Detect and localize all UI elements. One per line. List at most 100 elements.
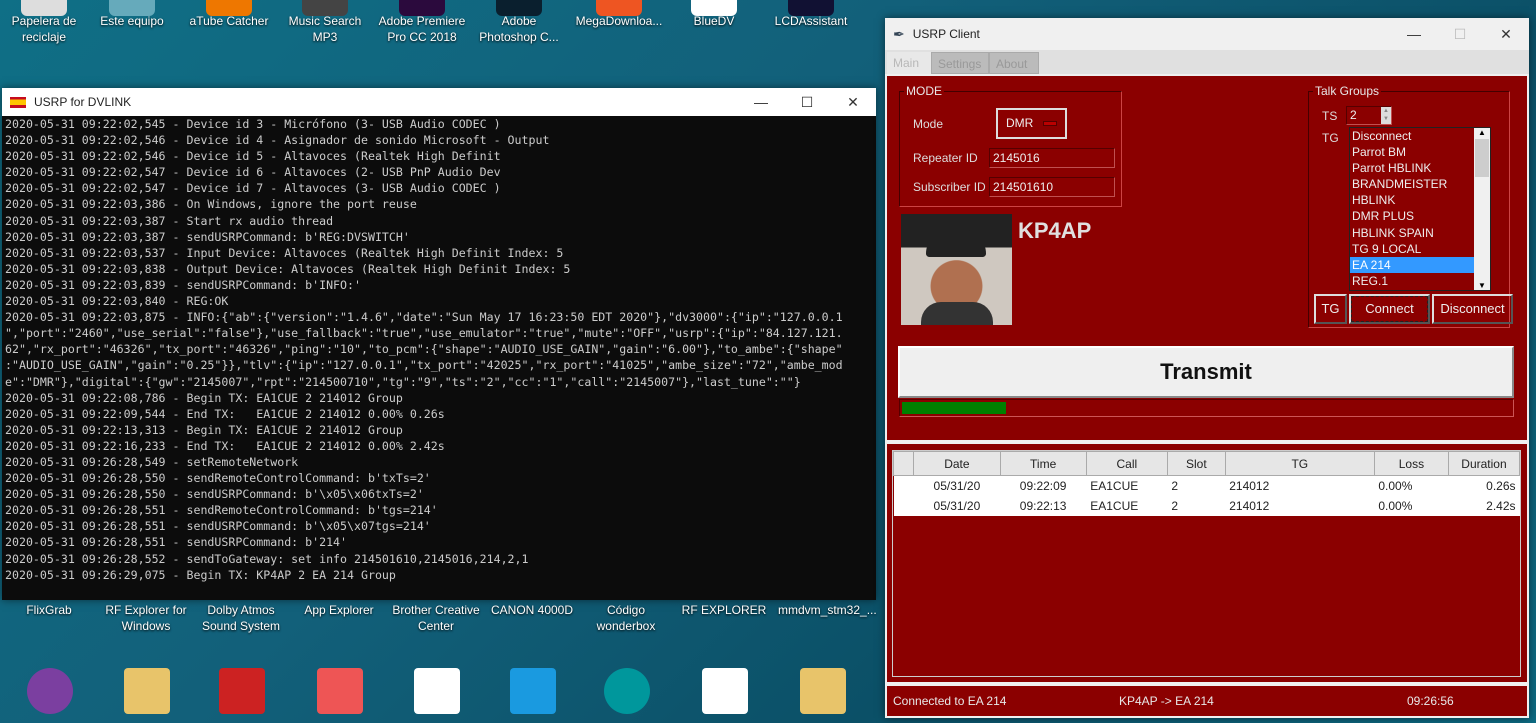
desktop-app-icon[interactable] [800,668,846,714]
tg-list-item[interactable]: DMR PLUS [1350,208,1490,224]
table-cell: 0.00% [1374,475,1449,496]
spin-arrows-icon: ▲ ▼ [1381,107,1391,124]
column-header[interactable] [892,451,915,476]
console-line: 2020-05-31 09:22:03,838 - Output Device:… [5,261,571,276]
disconnect-button[interactable]: Disconnect [1432,294,1513,324]
desktop-icon-label[interactable]: mmdvm_stm32_... [778,602,877,618]
desktop-app-icon[interactable] [219,668,265,714]
column-header[interactable]: Slot [1166,451,1226,476]
subscriber-id-label: Subscriber ID [913,180,986,194]
column-header[interactable]: Duration [1447,451,1521,476]
console-line: 2020-05-31 09:26:28,552 - sendToGateway:… [5,551,529,566]
desktop-icon-label[interactable]: Adobe Photoshop C... [475,13,563,45]
desktop-icon-label[interactable]: MegaDownloa... [575,13,663,29]
tg-list-item[interactable]: Parrot HBLINK [1350,160,1490,176]
column-header[interactable]: Loss [1373,451,1449,476]
desktop-icon-label[interactable]: Papelera de reciclaje [0,13,88,45]
desktop-icon-label[interactable]: CANON 4000D [488,602,576,618]
console-line: 2020-05-31 09:22:02,546 - Device id 4 - … [5,133,550,148]
table-row[interactable]: 05/31/20 09:22:13 EA1CUE 2 214012 0.00% 2.42s [893,495,1520,516]
desktop-app-icon[interactable] [124,668,170,714]
ts-spinbox[interactable]: 2 ▲ ▼ [1346,106,1392,125]
console-line: 2020-05-31 09:26:28,550 - sendUSRPComman… [5,487,424,502]
tab-about[interactable]: About [989,52,1039,74]
spain-flag-icon [10,96,26,108]
tg-list-item[interactable]: EA 214 [1350,256,1490,273]
tg-listbox[interactable]: Disconnect Parrot BM Parrot HBLINK BRANDMEI… [1349,127,1491,291]
console-line: 2020-05-31 09:22:03,537 - Input Device: … [5,245,564,260]
tg-list-item[interactable]: Parrot BM [1350,144,1490,160]
maximize-button[interactable]: ☐ [784,88,830,116]
minimize-button[interactable]: — [1391,18,1437,50]
console-line: 2020-05-31 09:22:03,840 - REG:OK [5,294,229,309]
desktop-app-icon[interactable] [27,668,73,714]
desktop-icon-label[interactable]: RF EXPLORER [680,602,768,618]
desktop-icon-label[interactable]: FlixGrab [5,602,93,618]
talk-groups-legend: Talk Groups [1313,84,1382,98]
desktop-icon-label[interactable]: LCDAssistant [767,13,855,29]
console-line: 2020-05-31 09:22:02,547 - Device id 7 - … [5,181,501,196]
tg-list-item[interactable]: BRANDMEISTER [1350,176,1490,192]
table-cell: 2.42s [1448,495,1520,516]
console-line: 2020-05-31 09:22:02,546 - Device id 5 - … [5,149,501,164]
desktop-icon-label[interactable]: Music Search MP3 [281,13,369,45]
console-line: e":"DMR"},"digital":{"gw":"2145007","rpt… [5,374,801,389]
close-button[interactable]: ✕ [1483,18,1529,50]
column-header[interactable]: Time [999,451,1087,476]
close-button[interactable]: ✕ [830,88,876,116]
mode-dropdown[interactable]: DMR [996,108,1067,139]
subscriber-id-input[interactable]: 214501610 [989,177,1115,197]
status-clock: 09:26:56 [1407,694,1454,708]
desktop-app-icon[interactable] [317,668,363,714]
audio-level-fill [902,402,1007,414]
desktop-app-icon[interactable] [414,668,460,714]
desktop-app-icon[interactable] [604,668,650,714]
console-line: 62","rx_port":"46326","tx_port":"46326",… [5,342,843,357]
desktop-icon-label[interactable]: aTube Catcher [185,13,273,29]
tg-list-item[interactable]: Disconnect [1350,128,1490,144]
minimize-button[interactable]: — [738,88,784,116]
desktop-icon-label[interactable]: App Explorer [295,602,383,618]
tg-list-item[interactable]: TG 9 LOCAL [1350,241,1490,257]
tg-list-item[interactable]: REG.1 [1350,273,1490,289]
column-header[interactable]: Call [1085,451,1168,476]
desktop-app-icon[interactable] [510,668,556,714]
maximize-button[interactable]: ☐ [1437,18,1483,50]
tab-main[interactable]: Main [887,52,931,74]
desktop-icon-label[interactable]: BlueDV [670,13,758,29]
tg-scrollbar[interactable]: ▲ ▼ [1474,128,1490,290]
console-line: 2020-05-31 09:26:28,550 - sendRemoteCont… [5,471,431,486]
desktop-app-icon[interactable] [702,668,748,714]
console-window: USRP for DVLINK — ☐ ✕ 2020-05-31 09:22:02,… [2,88,876,600]
console-titlebar[interactable]: USRP for DVLINK — ☐ ✕ [2,88,876,116]
desktop-icon-label[interactable]: Código wonderbox [582,602,670,634]
column-header[interactable]: Date [913,451,1001,476]
repeater-id-input[interactable]: 2145016 [989,148,1115,168]
status-connection: Connected to EA 214 [893,694,1007,708]
table-cell: EA1CUE [1086,495,1168,516]
tg-list-item[interactable]: HBLINK SPAIN [1350,225,1490,241]
transmit-button[interactable]: Transmit [898,346,1514,398]
console-line: 2020-05-31 09:22:09,544 - End TX: EA1CUE… [5,406,445,421]
desktop-icon-label[interactable]: Este equipo [88,13,176,29]
tg-list-item[interactable]: HBLINK [1350,192,1490,208]
mode-legend: MODE [904,84,944,98]
table-row[interactable]: 05/31/20 09:22:09 EA1CUE 2 214012 0.00% 0.26s [893,475,1520,496]
column-header[interactable]: TG [1224,451,1375,476]
console-line: 2020-05-31 09:22:03,386 - On Windows, ig… [5,197,417,212]
console-line: 2020-05-31 09:26:28,551 - sendRemoteCont… [5,503,438,518]
dropdown-indicator-icon [1043,121,1057,126]
desktop-icon-label[interactable]: Brother Creative Center [392,602,480,634]
connect-button[interactable]: Connect [1349,294,1430,324]
console-line: 2020-05-31 09:26:29,075 - Begin TX: KP4A… [5,567,396,582]
audio-level-bar [899,399,1514,417]
desktop-icon-label[interactable]: RF Explorer for Windows [102,602,190,634]
tg-label: TG [1322,131,1339,145]
tg-button[interactable]: TG [1314,294,1347,324]
desktop-icon-label[interactable]: Dolby Atmos Sound System [197,602,285,634]
tab-settings[interactable]: Settings [931,52,989,74]
usrp-titlebar[interactable]: ✒ USRP Client — ☐ ✕ [885,18,1529,50]
desktop-icon-label[interactable]: Adobe Premiere Pro CC 2018 [378,13,466,45]
table-cell [893,475,914,496]
table-cell: 09:22:09 [1000,475,1087,496]
